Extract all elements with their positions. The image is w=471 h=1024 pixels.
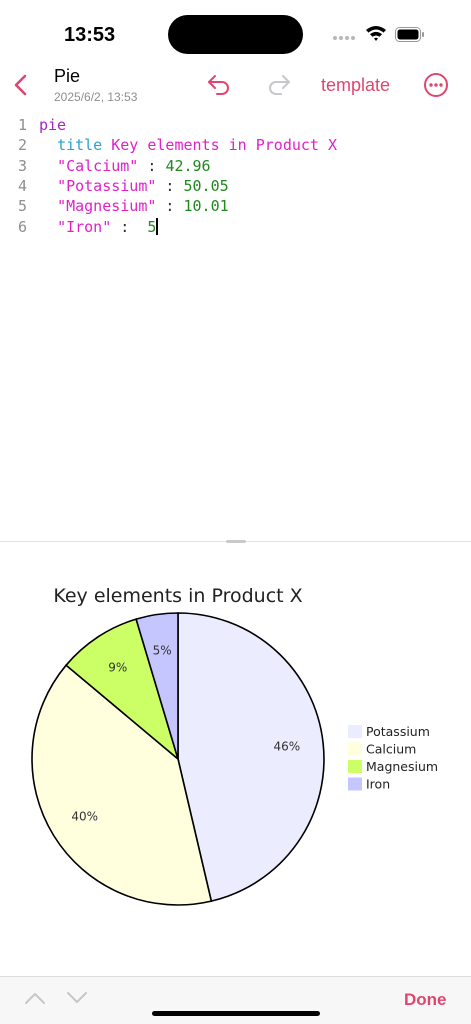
legend-swatch: [348, 725, 362, 738]
code-line[interactable]: 2 title Key elements in Product X: [0, 135, 471, 155]
code-token: :: [156, 176, 184, 195]
code-text: title Key elements in Product X: [39, 135, 337, 155]
line-number: 1: [18, 116, 28, 134]
back-chevron-icon[interactable]: [10, 72, 32, 98]
redo-icon[interactable]: [265, 72, 293, 98]
code-token: 10.01: [183, 197, 229, 216]
slice-label: 5%: [153, 644, 172, 658]
chart-preview: Key elements in Product X 46% 40% 9% 5% Potas…: [0, 543, 471, 975]
code-line[interactable]: 5 "Magnesium" : 10.01: [0, 196, 471, 216]
battery-icon: [395, 27, 424, 42]
code-token: "Iron": [57, 217, 112, 236]
slice-label: 46%: [273, 739, 300, 753]
code-editor[interactable]: 1 pie 2 title Key elements in Product X3 "…: [0, 113, 471, 538]
undo-icon[interactable]: [205, 72, 233, 98]
dynamic-island: [168, 15, 303, 54]
line-number: 5: [18, 197, 28, 216]
line-number: 6: [18, 217, 28, 236]
legend-swatch: [348, 760, 362, 773]
status-bar: 13:53: [0, 0, 471, 62]
code-token: 50.05: [183, 176, 229, 195]
code-token: "Potassium": [57, 176, 157, 195]
code-token: title: [57, 136, 103, 155]
code-token: :: [138, 156, 166, 175]
legend-swatch: [348, 742, 362, 756]
pie-chart: Key elements in Product X 46% 40% 9% 5% Potas…: [31, 585, 438, 906]
navigation-bar: Pie 2025/6/2, 13:53 template: [0, 62, 471, 110]
bottom-toolbar: Done: [0, 976, 471, 1024]
slice-label: 40%: [71, 809, 98, 823]
code-text: pie: [39, 115, 66, 135]
chevron-up-icon[interactable]: [24, 991, 46, 1005]
slice-label: 9%: [108, 661, 127, 675]
home-indicator: [152, 1011, 320, 1016]
code-text: "Iron" : 5: [39, 217, 159, 237]
legend-swatch: [348, 777, 362, 791]
chart-title: Key elements in Product X: [53, 585, 302, 607]
legend-item: Iron: [366, 777, 390, 792]
text-cursor: [156, 217, 159, 235]
code-text: "Potassium" : 50.05: [39, 176, 229, 196]
code-token: 42.96: [165, 156, 211, 175]
code-token: Key elements in Product X: [102, 136, 338, 155]
code-token: pie: [39, 116, 67, 134]
more-options-icon[interactable]: [423, 72, 449, 98]
code-token: "Calcium": [57, 156, 139, 175]
code-line[interactable]: 4 "Potassium" : 50.05: [0, 176, 471, 196]
legend-item: Calcium: [366, 742, 416, 757]
code-text: "Calcium" : 42.96: [39, 156, 211, 176]
cellular-signal-icon: [333, 36, 355, 40]
done-button[interactable]: Done: [404, 990, 447, 1010]
line-number: 2: [18, 136, 28, 155]
wifi-icon: [366, 26, 386, 41]
code-line[interactable]: 1 pie: [0, 115, 471, 135]
code-line[interactable]: 6 "Iron" : 5: [0, 217, 471, 237]
code-text: "Magnesium" : 10.01: [39, 196, 229, 216]
legend-item: Magnesium: [366, 759, 438, 774]
code-token: :: [111, 217, 148, 236]
code-token: 5: [147, 217, 157, 236]
line-number: 3: [18, 156, 28, 175]
line-number: 4: [18, 176, 28, 195]
status-time: 13:53: [64, 24, 116, 46]
document-title: Pie: [54, 66, 81, 86]
legend-item: Potassium: [366, 724, 430, 739]
code-token: "Magnesium": [57, 197, 157, 216]
document-date: 2025/6/2, 13:53: [54, 90, 138, 104]
template-button[interactable]: template: [321, 75, 390, 96]
code-token: :: [156, 197, 184, 216]
code-line[interactable]: 3 "Calcium" : 42.96: [0, 156, 471, 176]
chevron-down-icon[interactable]: [66, 991, 88, 1005]
